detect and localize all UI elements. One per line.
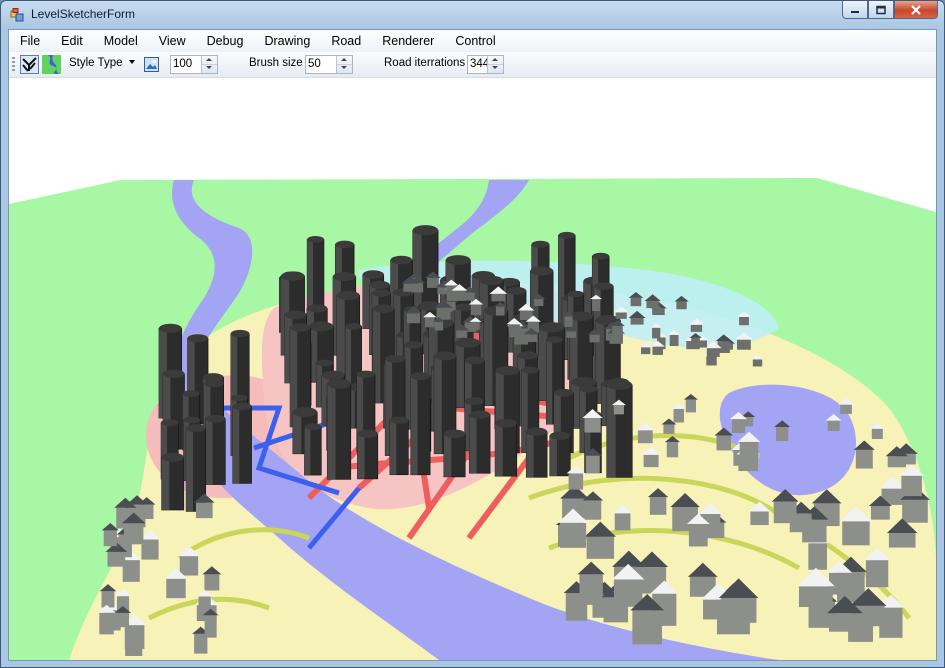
menu-drawing[interactable]: Drawing [253,30,320,52]
menu-road[interactable]: Road [320,30,371,52]
menu-renderer[interactable]: Renderer [371,30,444,52]
skyscraper [161,452,185,511]
menu-bar: File Edit Model View Debug Drawing Road … [9,30,936,52]
skyscraper [525,427,548,478]
style-type-dropdown[interactable]: Style Type [69,57,123,69]
menu-control[interactable]: Control [444,30,505,52]
menu-edit[interactable]: Edit [50,30,93,52]
arrow-down-icon [206,66,212,69]
maximize-icon [876,5,886,14]
brush-size-value[interactable]: 50 [308,58,321,70]
skyscraper [443,429,466,478]
skyscraper [468,410,491,474]
app-window: LevelSketcherForm File Edit Model View D… [0,0,945,668]
skyscraper [357,429,379,480]
arrow-up-icon [492,58,498,61]
zoom-down-button[interactable] [202,64,217,72]
zoom-stepper-arrows [201,56,217,73]
brush-size-stepper[interactable]: 50 [305,55,353,74]
brush-size-label: Brush size [249,57,303,69]
window-title: LevelSketcherForm [31,7,136,21]
zoom-value[interactable]: 100 [173,58,192,70]
close-icon [911,4,921,15]
caption-buttons [842,1,938,20]
skyscraper [606,379,633,478]
menu-view[interactable]: View [148,30,196,52]
minimize-icon [851,10,859,13]
river-tool-button[interactable] [42,55,61,74]
road-tool-icon [20,55,39,74]
road-iterations-stepper-arrows [487,56,503,73]
brush-size-stepper-arrows [336,56,352,73]
image-icon [144,57,159,72]
skyscraper [205,414,226,485]
arrow-up-icon [341,58,347,61]
skyscraper [232,402,252,484]
skyscraper [389,416,409,476]
chevron-down-icon[interactable] [129,60,135,64]
3d-viewport[interactable] [9,78,936,660]
brush-size-down-button[interactable] [337,64,352,72]
image-button[interactable] [144,57,159,72]
client-area: File Edit Model View Debug Drawing Road … [8,29,937,661]
river-tool-icon [42,55,61,74]
close-button[interactable] [894,1,938,19]
toolbar-grip[interactable] [12,57,15,72]
arrow-up-icon [206,58,212,61]
skyscraper [410,372,431,476]
menu-model[interactable]: Model [93,30,148,52]
skyscraper [549,431,571,477]
maximize-button[interactable] [868,1,894,19]
app-icon [10,8,24,22]
menu-file[interactable]: File [9,30,50,52]
road-tool-button[interactable] [20,55,39,74]
zoom-stepper[interactable]: 100 [170,55,218,74]
skyscraper [304,423,322,476]
skyscraper [326,379,352,480]
city-scene-render[interactable] [9,78,936,660]
arrow-down-icon [492,66,498,69]
minimize-button[interactable] [842,1,868,19]
menu-debug[interactable]: Debug [196,30,254,52]
arrow-down-icon [341,66,347,69]
toolbar: Style Type 100 Brush size 50 Road iterra… [9,52,936,78]
road-iterations-stepper[interactable]: 344 [467,55,504,74]
skyscraper [494,418,518,477]
road-iterations-down-button[interactable] [488,64,503,72]
title-bar[interactable]: LevelSketcherForm [1,1,944,29]
road-iterations-label: Road iterrations [384,57,466,69]
